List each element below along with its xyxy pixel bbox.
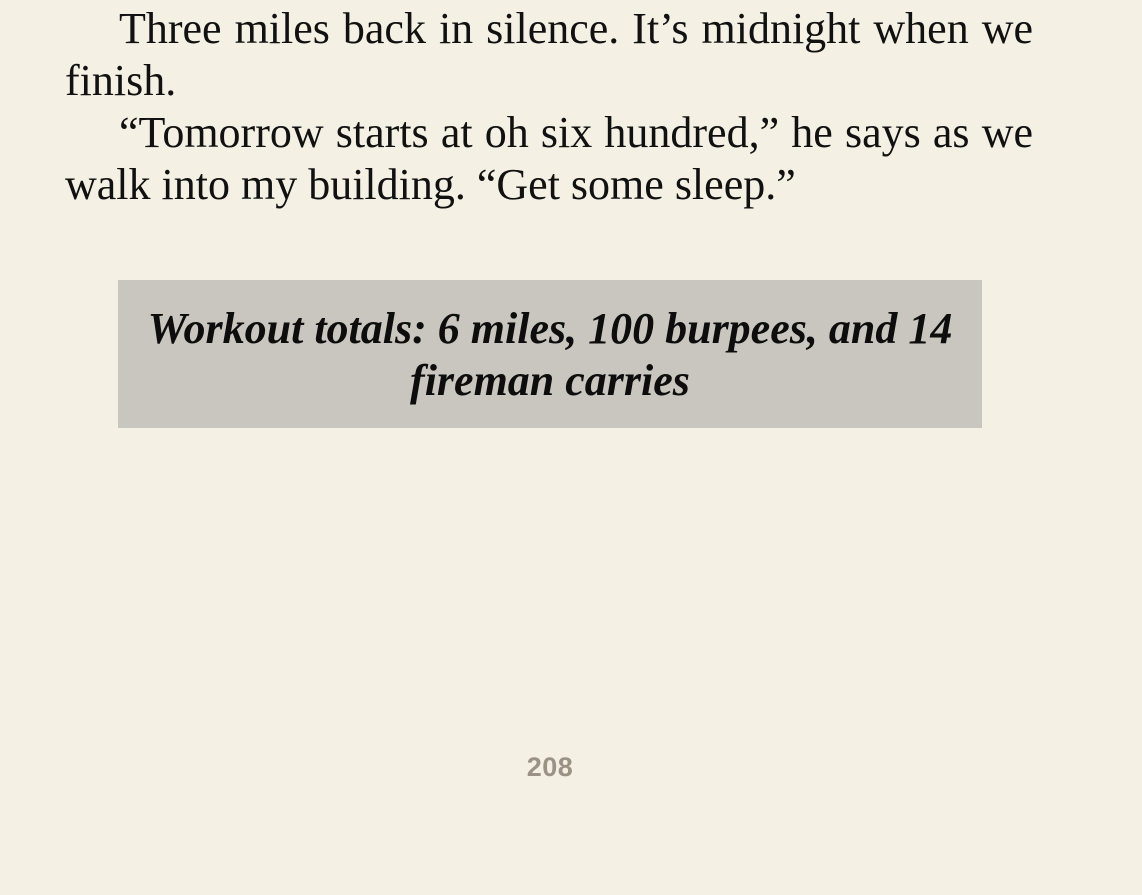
workout-totals-callout: Workout totals: 6 miles, 100 burpees, an…	[118, 280, 982, 428]
book-page-text: Three miles back in silence. It’s midnig…	[65, 3, 1033, 211]
page-number: 208	[526, 752, 574, 782]
paragraph: Three miles back in silence. It’s midnig…	[65, 4, 1033, 105]
callout-text: Workout totals: 6 miles, 100 burpees, an…	[147, 304, 953, 405]
paragraph: “Tomorrow starts at oh six hundred,” he …	[65, 108, 1033, 209]
